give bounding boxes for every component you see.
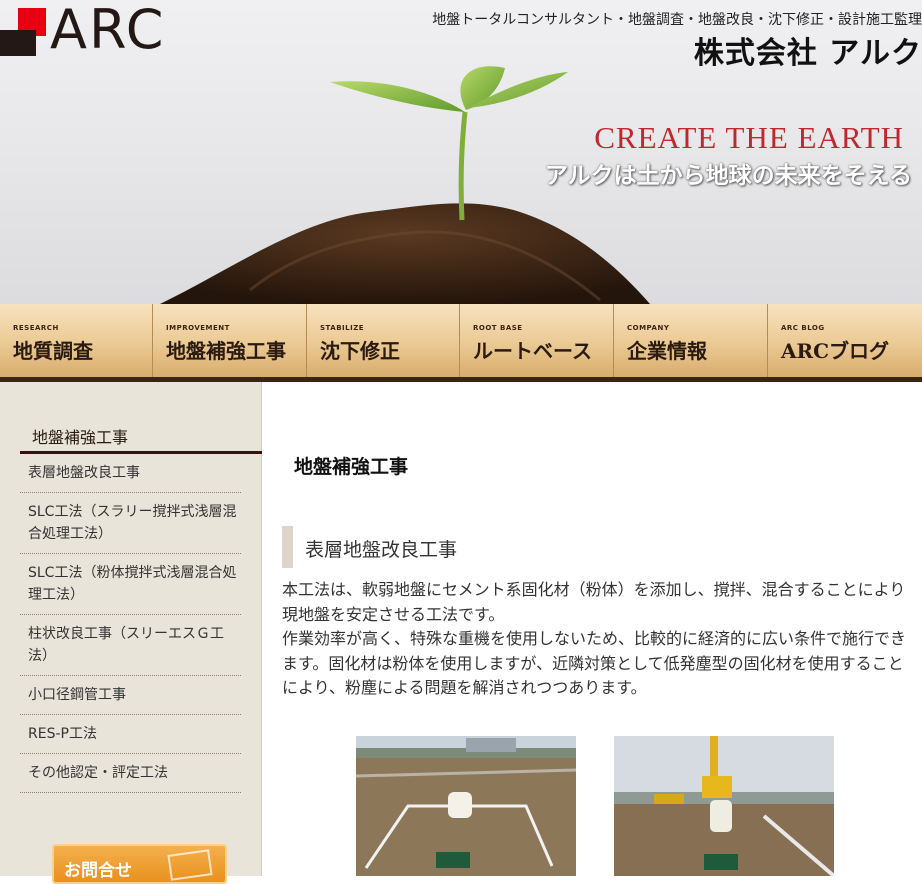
nav-item-en-label: RESEARCH bbox=[13, 324, 59, 332]
nav-item-label: ルートベース bbox=[473, 339, 592, 363]
mail-icon bbox=[167, 849, 213, 881]
header-banner: ARC 地盤トータルコンサルタント・地盤調査・地盤改良・沈下修正・設計施工監理 … bbox=[0, 0, 922, 304]
section-body: 本工法は、軟弱地盤にセメント系固化材（粉体）を添加し、撹拌、混合することにより現… bbox=[282, 578, 912, 701]
nav-item-en-label: ROOT BASE bbox=[473, 324, 523, 332]
nav-item-root-base[interactable]: ROOT BASE ルートベース bbox=[460, 304, 614, 377]
global-nav: RESEARCH 地質調査 IMPROVEMENT 地盤補強工事 STABILI… bbox=[0, 304, 922, 382]
sidebar-item-slc-slurry[interactable]: SLC工法（スラリー撹拌式浅層混合処理工法） bbox=[20, 493, 241, 554]
section-heading: 表層地盤改良工事 bbox=[282, 526, 902, 568]
header-tagline: 地盤トータルコンサルタント・地盤調査・地盤改良・沈下修正・設計施工監理 bbox=[432, 12, 922, 28]
nav-item-arc-blog[interactable]: ARC BLOG ARCブログ bbox=[768, 304, 922, 377]
logo-text: ARC bbox=[50, 0, 166, 61]
nav-item-en-label: STABILIZE bbox=[320, 324, 365, 332]
construction-photo-1 bbox=[356, 736, 576, 876]
sidebar-item-other-certified[interactable]: その他認定・評定工法 bbox=[20, 754, 241, 793]
hero-subtitle: アルクは土から地球の未来をそえる bbox=[544, 163, 912, 189]
contact-button-label: お問合せ bbox=[64, 861, 132, 881]
paragraph-2: 作業効率が高く、特殊な重機を使用しないため、比較的に経済的に広い条件で施行できま… bbox=[282, 629, 907, 697]
sidebar-item-surface-improvement[interactable]: 表層地盤改良工事 bbox=[20, 454, 241, 493]
nav-item-en-label: ARC BLOG bbox=[781, 324, 825, 332]
nav-item-en-label: COMPANY bbox=[627, 324, 670, 332]
nav-item-research[interactable]: RESEARCH 地質調査 bbox=[0, 304, 153, 377]
logo-black-square bbox=[0, 30, 36, 56]
nav-item-improvement[interactable]: IMPROVEMENT 地盤補強工事 bbox=[153, 304, 307, 377]
sidebar-item-res-p[interactable]: RES-P工法 bbox=[20, 715, 241, 754]
sidebar-title: 地盤補強工事 bbox=[20, 424, 262, 454]
nav-item-label: ARCブログ bbox=[781, 339, 890, 363]
nav-item-label: 地質調査 bbox=[13, 339, 93, 363]
hero-title: CREATE THE EARTH bbox=[594, 120, 904, 155]
contact-button[interactable]: お問合せ bbox=[52, 844, 227, 884]
construction-photo-2 bbox=[614, 736, 834, 876]
page-title: 地盤補強工事 bbox=[294, 456, 409, 478]
nav-item-label: 沈下修正 bbox=[320, 339, 400, 363]
paragraph-1: 本工法は、軟弱地盤にセメント系固化材（粉体）を添加し、撹拌、混合することにより現… bbox=[282, 580, 906, 624]
sidebar-menu: 表層地盤改良工事 SLC工法（スラリー撹拌式浅層混合処理工法） SLC工法（粉体… bbox=[20, 454, 241, 793]
sidebar-item-small-steel-pipe[interactable]: 小口径鋼管工事 bbox=[20, 676, 241, 715]
nav-item-stabilize[interactable]: STABILIZE 沈下修正 bbox=[307, 304, 460, 377]
nav-item-label: 地盤補強工事 bbox=[166, 339, 286, 363]
section-heading-bar bbox=[282, 526, 293, 568]
section-heading-text: 表層地盤改良工事 bbox=[305, 539, 458, 561]
sidebar-item-slc-powder[interactable]: SLC工法（粉体撹拌式浅層混合処理工法） bbox=[20, 554, 241, 615]
nav-item-en-label: IMPROVEMENT bbox=[166, 324, 230, 332]
nav-item-label: 企業情報 bbox=[627, 339, 707, 363]
sidebar-item-columnar-improvement[interactable]: 柱状改良工事（スリーエスＧ工法） bbox=[20, 615, 241, 676]
sidebar: 地盤補強工事 表層地盤改良工事 SLC工法（スラリー撹拌式浅層混合処理工法） S… bbox=[0, 382, 262, 884]
company-name: 株式会社 アルク bbox=[693, 36, 922, 71]
main-content: 地盤補強工事 表層地盤改良工事 本工法は、軟弱地盤にセメント系固化材（粉体）を添… bbox=[262, 382, 922, 876]
nav-item-company[interactable]: COMPANY 企業情報 bbox=[614, 304, 768, 377]
